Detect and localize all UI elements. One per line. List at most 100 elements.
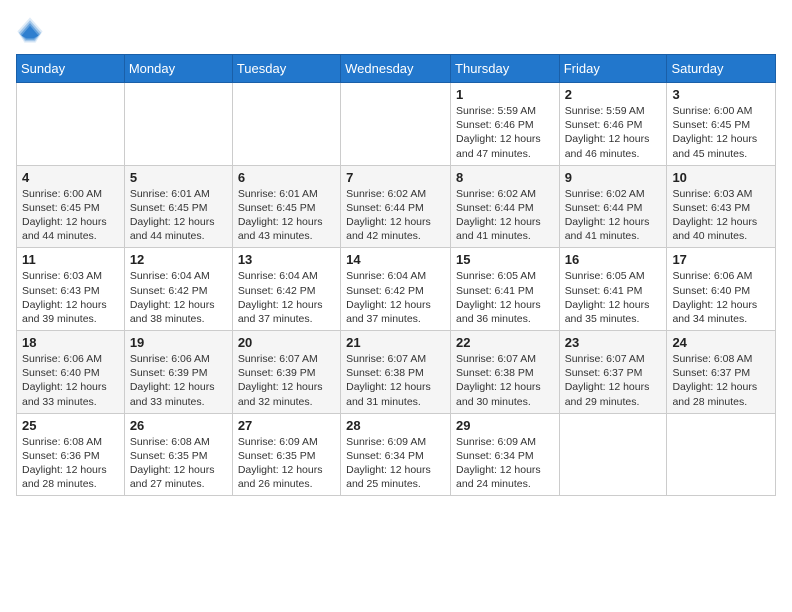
day-info: Sunrise: 6:07 AM Sunset: 6:38 PM Dayligh… [456, 352, 554, 409]
day-number: 20 [238, 335, 335, 350]
day-info: Sunrise: 6:08 AM Sunset: 6:35 PM Dayligh… [130, 435, 227, 492]
day-info: Sunrise: 6:08 AM Sunset: 6:37 PM Dayligh… [672, 352, 770, 409]
calendar-cell [232, 83, 340, 166]
calendar-cell [667, 413, 776, 496]
day-number: 1 [456, 87, 554, 102]
calendar-cell: 14 Sunrise: 6:04 AM Sunset: 6:42 PM Dayli… [341, 248, 451, 331]
day-info: Sunrise: 6:04 AM Sunset: 6:42 PM Dayligh… [346, 269, 445, 326]
calendar-table: SundayMondayTuesdayWednesdayThursdayFrid… [16, 54, 776, 496]
calendar-cell [124, 83, 232, 166]
day-info: Sunrise: 6:09 AM Sunset: 6:35 PM Dayligh… [238, 435, 335, 492]
day-number: 13 [238, 252, 335, 267]
calendar-cell: 4 Sunrise: 6:00 AM Sunset: 6:45 PM Daylig… [17, 165, 125, 248]
calendar-cell: 22 Sunrise: 6:07 AM Sunset: 6:38 PM Dayli… [451, 331, 560, 414]
day-info: Sunrise: 6:07 AM Sunset: 6:39 PM Dayligh… [238, 352, 335, 409]
calendar-cell: 12 Sunrise: 6:04 AM Sunset: 6:42 PM Dayli… [124, 248, 232, 331]
calendar-cell: 21 Sunrise: 6:07 AM Sunset: 6:38 PM Dayli… [341, 331, 451, 414]
day-number: 5 [130, 170, 227, 185]
calendar-cell: 20 Sunrise: 6:07 AM Sunset: 6:39 PM Dayli… [232, 331, 340, 414]
day-header-saturday: Saturday [667, 55, 776, 83]
day-info: Sunrise: 6:08 AM Sunset: 6:36 PM Dayligh… [22, 435, 119, 492]
calendar-cell: 7Sunrise: 6:02 AM Sunset: 6:44 PM Daylig… [341, 165, 451, 248]
calendar-cell: 1 Sunrise: 5:59 AM Sunset: 6:46 PM Daylig… [451, 83, 560, 166]
day-number: 29 [456, 418, 554, 433]
day-info: Sunrise: 6:02 AM Sunset: 6:44 PM Dayligh… [565, 187, 662, 244]
day-number: 3 [672, 87, 770, 102]
page-header [16, 16, 776, 44]
day-number: 8 [456, 170, 554, 185]
calendar-cell: 24 Sunrise: 6:08 AM Sunset: 6:37 PM Dayli… [667, 331, 776, 414]
calendar-cell [559, 413, 667, 496]
calendar-cell [341, 83, 451, 166]
day-number: 4 [22, 170, 119, 185]
calendar-cell: 28 Sunrise: 6:09 AM Sunset: 6:34 PM Dayli… [341, 413, 451, 496]
calendar-cell: 11 Sunrise: 6:03 AM Sunset: 6:43 PM Dayli… [17, 248, 125, 331]
logo-icon [16, 16, 44, 44]
day-number: 23 [565, 335, 662, 350]
day-number: 15 [456, 252, 554, 267]
day-info: Sunrise: 6:06 AM Sunset: 6:39 PM Dayligh… [130, 352, 227, 409]
calendar-cell: 18 Sunrise: 6:06 AM Sunset: 6:40 PM Dayli… [17, 331, 125, 414]
day-header-sunday: Sunday [17, 55, 125, 83]
day-info: Sunrise: 6:00 AM Sunset: 6:45 PM Dayligh… [22, 187, 119, 244]
day-info: Sunrise: 5:59 AM Sunset: 6:46 PM Dayligh… [456, 104, 554, 161]
day-number: 10 [672, 170, 770, 185]
day-number: 19 [130, 335, 227, 350]
day-info: Sunrise: 6:00 AM Sunset: 6:45 PM Dayligh… [672, 104, 770, 161]
calendar-cell: 19 Sunrise: 6:06 AM Sunset: 6:39 PM Dayli… [124, 331, 232, 414]
day-header-monday: Monday [124, 55, 232, 83]
day-number: 14 [346, 252, 445, 267]
day-number: 24 [672, 335, 770, 350]
day-info: Sunrise: 6:05 AM Sunset: 6:41 PM Dayligh… [565, 269, 662, 326]
day-info: Sunrise: 6:03 AM Sunset: 6:43 PM Dayligh… [672, 187, 770, 244]
day-number: 28 [346, 418, 445, 433]
calendar-cell: 3 Sunrise: 6:00 AM Sunset: 6:45 PM Daylig… [667, 83, 776, 166]
calendar-cell: 5 Sunrise: 6:01 AM Sunset: 6:45 PM Daylig… [124, 165, 232, 248]
day-header-tuesday: Tuesday [232, 55, 340, 83]
calendar-cell: 25 Sunrise: 6:08 AM Sunset: 6:36 PM Dayli… [17, 413, 125, 496]
calendar-cell: 9 Sunrise: 6:02 AM Sunset: 6:44 PM Daylig… [559, 165, 667, 248]
day-info: Sunrise: 6:06 AM Sunset: 6:40 PM Dayligh… [22, 352, 119, 409]
day-number: 17 [672, 252, 770, 267]
day-number: 25 [22, 418, 119, 433]
day-info: Sunrise: 6:05 AM Sunset: 6:41 PM Dayligh… [456, 269, 554, 326]
calendar-cell: 10 Sunrise: 6:03 AM Sunset: 6:43 PM Dayli… [667, 165, 776, 248]
day-number: 21 [346, 335, 445, 350]
day-header-wednesday: Wednesday [341, 55, 451, 83]
day-info: Sunrise: 6:03 AM Sunset: 6:43 PM Dayligh… [22, 269, 119, 326]
day-info: Sunrise: 6:01 AM Sunset: 6:45 PM Dayligh… [238, 187, 335, 244]
day-info: Sunrise: 6:04 AM Sunset: 6:42 PM Dayligh… [238, 269, 335, 326]
day-info: Sunrise: 5:59 AM Sunset: 6:46 PM Dayligh… [565, 104, 662, 161]
day-info: Sunrise: 6:09 AM Sunset: 6:34 PM Dayligh… [346, 435, 445, 492]
calendar-cell [17, 83, 125, 166]
day-number: 9 [565, 170, 662, 185]
calendar-cell: 13 Sunrise: 6:04 AM Sunset: 6:42 PM Dayli… [232, 248, 340, 331]
day-number: 26 [130, 418, 227, 433]
day-number: 6 [238, 170, 335, 185]
day-header-thursday: Thursday [451, 55, 560, 83]
day-info: Sunrise: 6:09 AM Sunset: 6:34 PM Dayligh… [456, 435, 554, 492]
calendar-cell: 26 Sunrise: 6:08 AM Sunset: 6:35 PM Dayli… [124, 413, 232, 496]
day-number: 2 [565, 87, 662, 102]
day-number: 18 [22, 335, 119, 350]
day-number: 12 [130, 252, 227, 267]
day-number: 27 [238, 418, 335, 433]
calendar-cell: 6 Sunrise: 6:01 AM Sunset: 6:45 PM Daylig… [232, 165, 340, 248]
day-info: Sunrise: 6:07 AM Sunset: 6:37 PM Dayligh… [565, 352, 662, 409]
day-info: Sunrise: 6:07 AM Sunset: 6:38 PM Dayligh… [346, 352, 445, 409]
calendar-cell: 8 Sunrise: 6:02 AM Sunset: 6:44 PM Daylig… [451, 165, 560, 248]
calendar-cell: 2 Sunrise: 5:59 AM Sunset: 6:46 PM Daylig… [559, 83, 667, 166]
calendar-cell: 16 Sunrise: 6:05 AM Sunset: 6:41 PM Dayli… [559, 248, 667, 331]
logo [16, 16, 48, 44]
day-info: Sunrise: 6:04 AM Sunset: 6:42 PM Dayligh… [130, 269, 227, 326]
calendar-cell: 15 Sunrise: 6:05 AM Sunset: 6:41 PM Dayli… [451, 248, 560, 331]
day-number: 11 [22, 252, 119, 267]
calendar-cell: 29 Sunrise: 6:09 AM Sunset: 6:34 PM Dayli… [451, 413, 560, 496]
day-info: Sunrise: 6:02 AM Sunset: 6:44 PM Dayligh… [346, 187, 445, 244]
day-number: 16 [565, 252, 662, 267]
calendar-cell: 27 Sunrise: 6:09 AM Sunset: 6:35 PM Dayli… [232, 413, 340, 496]
day-number: 22 [456, 335, 554, 350]
day-header-friday: Friday [559, 55, 667, 83]
day-info: Sunrise: 6:01 AM Sunset: 6:45 PM Dayligh… [130, 187, 227, 244]
day-info: Sunrise: 6:02 AM Sunset: 6:44 PM Dayligh… [456, 187, 554, 244]
